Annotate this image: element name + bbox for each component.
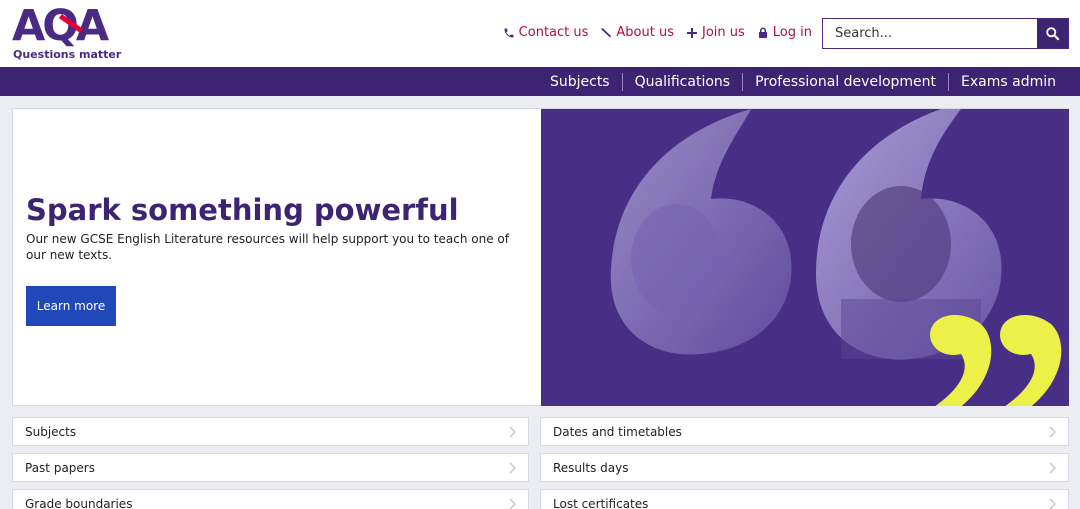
- lock-icon: [758, 27, 767, 38]
- quick-link-grade-boundaries[interactable]: Grade boundaries: [12, 489, 529, 509]
- chevron-right-icon: [508, 426, 518, 438]
- search-button[interactable]: [1037, 19, 1068, 48]
- logo-tagline: Questions matter: [13, 48, 122, 61]
- site-header: AQA Questions matter Contact us About us…: [0, 0, 1080, 67]
- hero-image: [541, 109, 1069, 406]
- quick-link-label: Dates and timetables: [553, 424, 682, 439]
- plus-icon: [687, 27, 697, 38]
- nav-subjects[interactable]: Subjects: [538, 73, 622, 91]
- quick-link-subjects[interactable]: Subjects: [12, 417, 529, 446]
- chevron-right-icon: [1048, 462, 1058, 474]
- log-in-link[interactable]: Log in: [757, 25, 812, 40]
- chevron-right-icon: [1048, 426, 1058, 438]
- quick-link-label: Lost certificates: [553, 496, 649, 509]
- hero-title: Spark something powerful: [26, 193, 459, 227]
- utility-nav: Contact us About us Join us Log in: [503, 25, 812, 40]
- chevron-right-icon: [508, 462, 518, 474]
- quote-marks-illustration: [610, 109, 1062, 406]
- chevron-right-icon: [508, 498, 518, 509]
- about-us-link[interactable]: About us: [600, 25, 674, 40]
- megaphone-icon: [601, 27, 612, 37]
- aqa-logo[interactable]: AQA Questions matter: [12, 1, 121, 62]
- about-us-label: About us: [616, 25, 674, 40]
- main-nav: Subjects Qualifications Professional dev…: [0, 67, 1080, 96]
- search-icon: [1046, 27, 1060, 41]
- search-input[interactable]: [823, 19, 1037, 48]
- quick-link-dates-and-timetables[interactable]: Dates and timetables: [540, 417, 1069, 446]
- search-bar: [822, 18, 1069, 49]
- nav-exams-admin[interactable]: Exams admin: [949, 73, 1068, 91]
- contact-us-link[interactable]: Contact us: [503, 25, 589, 40]
- hero-description: Our new GCSE English Literature resource…: [26, 232, 509, 262]
- quick-link-lost-certificates[interactable]: Lost certificates: [540, 489, 1069, 509]
- contact-us-label: Contact us: [518, 25, 589, 40]
- phone-icon: [504, 28, 514, 37]
- join-us-label: Join us: [702, 25, 745, 40]
- chevron-right-icon: [1048, 498, 1058, 509]
- quick-link-label: Results days: [553, 460, 629, 475]
- nav-professional-development[interactable]: Professional development: [743, 73, 948, 91]
- log-in-label: Log in: [772, 25, 812, 40]
- quick-link-label: Grade boundaries: [25, 496, 133, 509]
- logo-wordmark: AQA: [12, 1, 109, 51]
- hero-text: Spark something powerful Our new GCSE En…: [26, 193, 526, 263]
- nav-qualifications[interactable]: Qualifications: [623, 73, 742, 91]
- quick-link-label: Subjects: [25, 424, 77, 439]
- quick-link-results-days[interactable]: Results days: [540, 453, 1069, 482]
- join-us-link[interactable]: Join us: [686, 25, 745, 40]
- learn-more-button[interactable]: Learn more: [26, 286, 116, 326]
- quick-link-label: Past papers: [25, 460, 95, 475]
- hero-banner: Spark something powerful Our new GCSE En…: [12, 108, 1069, 406]
- quick-link-past-papers[interactable]: Past papers: [12, 453, 529, 482]
